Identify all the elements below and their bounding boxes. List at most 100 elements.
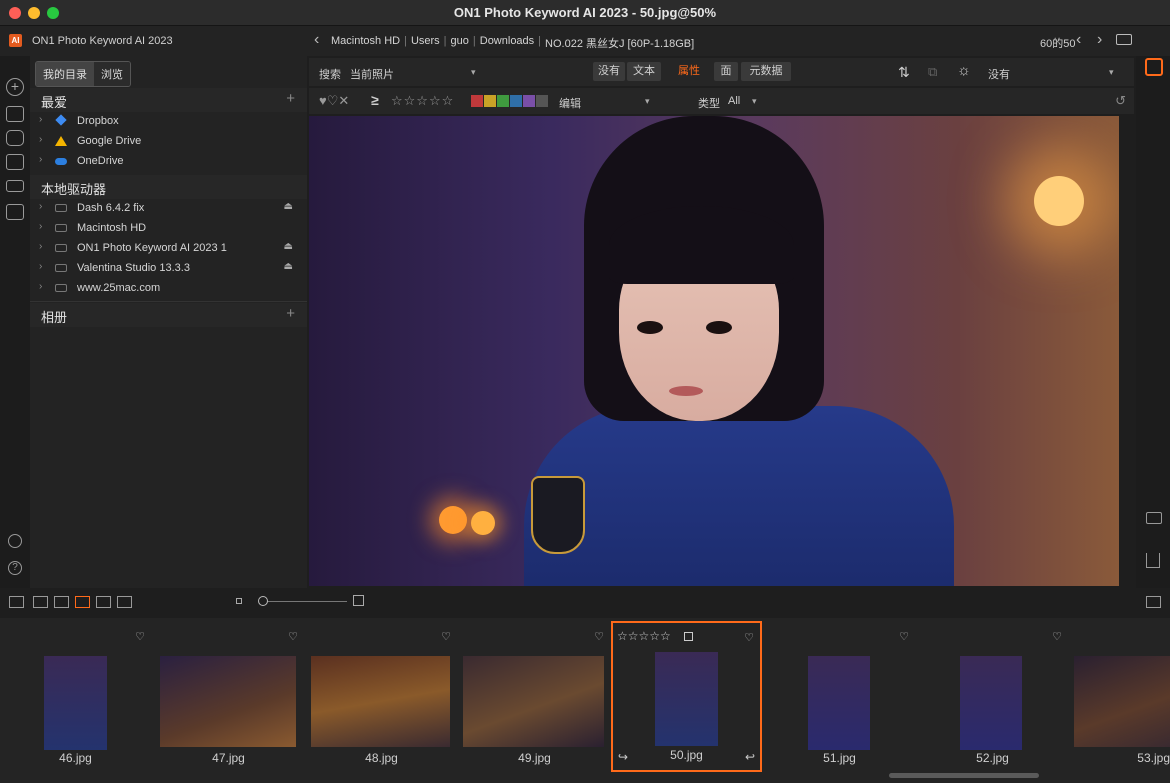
rotate-right-icon[interactable]: ↩ — [745, 750, 755, 764]
film-thumbnail-selected[interactable]: ☆☆☆☆☆ ♡ 50.jpg ↪ ↩ — [611, 621, 762, 772]
film-thumbnail[interactable]: ♡ 48.jpg — [306, 622, 457, 770]
eject-icon[interactable]: ⏏ — [284, 261, 293, 272]
chevron-right-icon[interactable]: › — [39, 114, 42, 125]
chevron-down-icon[interactable]: ▾ — [1109, 67, 1114, 78]
heart-icon[interactable]: ♡ — [1052, 630, 1062, 643]
drive-item[interactable]: › www.25mac.com — [30, 278, 307, 298]
heart-icon[interactable]: ♡ — [135, 630, 145, 643]
drive-icon[interactable] — [6, 180, 24, 192]
color-label-green[interactable] — [497, 95, 509, 107]
film-thumbnail[interactable]: ♡ 49.jpg — [459, 622, 610, 770]
heart-icon[interactable]: ♡ — [594, 630, 604, 643]
camera-icon[interactable] — [6, 130, 24, 146]
main-image-preview[interactable] — [309, 116, 1119, 586]
eject-icon[interactable]: ⏏ — [284, 241, 293, 252]
drive-item[interactable]: › Valentina Studio 13.3.3 ⏏ — [30, 258, 307, 278]
heart-icon[interactable]: ♡ — [288, 630, 298, 643]
add-icon[interactable]: + — [6, 78, 24, 96]
chevron-right-icon[interactable]: › — [39, 134, 42, 145]
previous-image-icon[interactable]: ‹ — [1076, 31, 1081, 49]
search-scope-dropdown[interactable]: 当前照片 — [350, 66, 394, 82]
tab-browse[interactable]: 浏览 — [94, 62, 130, 86]
breadcrumb-item[interactable]: Macintosh HD — [331, 35, 400, 51]
add-favorite-icon[interactable]: + — [286, 90, 295, 107]
print-icon[interactable] — [1146, 512, 1162, 524]
film-thumbnail[interactable]: ♡ 46.jpg — [0, 622, 151, 770]
chevron-right-icon[interactable]: › — [39, 154, 42, 165]
rating-compare-icon[interactable]: ≥ — [371, 92, 379, 108]
sidebar-item-dropbox[interactable]: › Dropbox — [30, 111, 307, 131]
chevron-down-icon[interactable]: ▾ — [471, 67, 476, 78]
chevron-right-icon[interactable]: › — [39, 221, 42, 232]
eject-icon[interactable]: ⏏ — [284, 201, 293, 212]
filmstrip-scrollbar[interactable] — [889, 773, 1039, 778]
color-label-yellow[interactable] — [484, 95, 496, 107]
folder-browse-icon[interactable] — [6, 154, 24, 170]
color-label-purple[interactable] — [523, 95, 535, 107]
star-rating-filter[interactable]: ☆☆☆☆☆ — [391, 93, 454, 109]
chevron-right-icon[interactable]: › — [39, 201, 42, 212]
breadcrumb-item[interactable]: Downloads — [480, 35, 534, 51]
breadcrumb-item[interactable]: NO.022 黑丝女J [60P-1.18GB] — [545, 35, 694, 51]
share-icon[interactable] — [1146, 553, 1160, 568]
filter-none-button[interactable]: 没有 — [593, 62, 625, 81]
color-label-blue[interactable] — [510, 95, 522, 107]
favorites-section-header[interactable]: 最爱 + — [30, 88, 307, 112]
add-album-icon[interactable]: + — [286, 305, 295, 322]
select-checkbox[interactable] — [684, 632, 693, 641]
stack-icon[interactable]: ⧉ — [928, 64, 937, 80]
drive-item[interactable]: › Dash 6.4.2 fix ⏏ — [30, 198, 307, 218]
sidebar-item-onedrive[interactable]: › OneDrive — [30, 151, 307, 171]
film-thumbnail[interactable]: ♡ 47.jpg — [153, 622, 304, 770]
filter-face-button[interactable]: 面 — [714, 62, 738, 81]
color-label-red[interactable] — [471, 95, 483, 107]
keyword-ai-icon[interactable] — [1145, 58, 1163, 76]
film-thumbnail[interactable]: ♡ 52.jpg — [917, 622, 1068, 770]
breadcrumb-item[interactable]: guo — [451, 35, 469, 51]
sort-icon[interactable]: ⇅ — [898, 64, 910, 81]
reset-filter-icon[interactable]: ↺ — [1115, 93, 1126, 109]
rotate-left-icon[interactable]: ↪ — [618, 750, 628, 764]
heart-icon[interactable]: ♡ — [899, 630, 909, 643]
heart-icon[interactable]: ♡ — [744, 631, 754, 644]
tab-my-catalog[interactable]: 我的目录 — [36, 62, 94, 86]
user-icon[interactable] — [8, 534, 22, 548]
sidebar-item-google-drive[interactable]: › Google Drive — [30, 131, 307, 151]
slider-handle[interactable] — [258, 596, 268, 606]
star-rating[interactable]: ☆☆☆☆☆ — [617, 629, 671, 643]
help-icon[interactable]: ? — [8, 561, 22, 575]
albums-icon[interactable] — [6, 204, 24, 220]
like-reject-icons[interactable]: ♥♡✕ — [319, 93, 349, 109]
compare-view-icon[interactable] — [96, 596, 111, 608]
color-label-none[interactable] — [536, 95, 548, 107]
local-drives-section-header[interactable]: 本地驱动器 — [30, 175, 307, 199]
type-dropdown[interactable]: All — [728, 95, 740, 107]
toggle-right-panel-icon[interactable] — [1146, 596, 1161, 608]
detail-view-icon[interactable] — [54, 596, 69, 608]
filter-text-button[interactable]: 文本 — [627, 62, 661, 81]
right-dropdown[interactable]: 没有 — [988, 66, 1010, 82]
folder-icon[interactable] — [1116, 34, 1132, 45]
filmstrip-view-icon[interactable] — [75, 596, 90, 608]
monitor-icon[interactable] — [6, 106, 24, 122]
back-chevron-icon[interactable]: ‹ — [314, 31, 319, 49]
map-view-icon[interactable] — [117, 596, 132, 608]
film-thumbnail[interactable]: 53.jpg — [1070, 622, 1170, 770]
filter-metadata-button[interactable]: 元数据 — [741, 62, 791, 81]
chevron-right-icon[interactable]: › — [39, 241, 42, 252]
film-thumbnail[interactable]: ♡ 51.jpg — [764, 622, 915, 770]
chevron-down-icon[interactable]: ▾ — [645, 96, 650, 107]
next-image-icon[interactable]: › — [1097, 31, 1102, 49]
chevron-down-icon[interactable]: ▾ — [752, 96, 757, 107]
lightbulb-icon[interactable]: ☼ — [957, 62, 971, 79]
albums-section-header[interactable]: 相册 + — [30, 303, 307, 327]
thumbnail-size-slider[interactable] — [259, 601, 347, 602]
drive-item[interactable]: › Macintosh HD — [30, 218, 307, 238]
breadcrumb-item[interactable]: Users — [411, 35, 440, 51]
chevron-right-icon[interactable]: › — [39, 281, 42, 292]
edit-dropdown[interactable]: 编辑 — [559, 95, 581, 111]
heart-icon[interactable]: ♡ — [441, 630, 451, 643]
chevron-right-icon[interactable]: › — [39, 261, 42, 272]
filter-attributes-button[interactable]: 属性 — [670, 62, 708, 81]
toggle-left-panel-icon[interactable] — [9, 596, 24, 608]
